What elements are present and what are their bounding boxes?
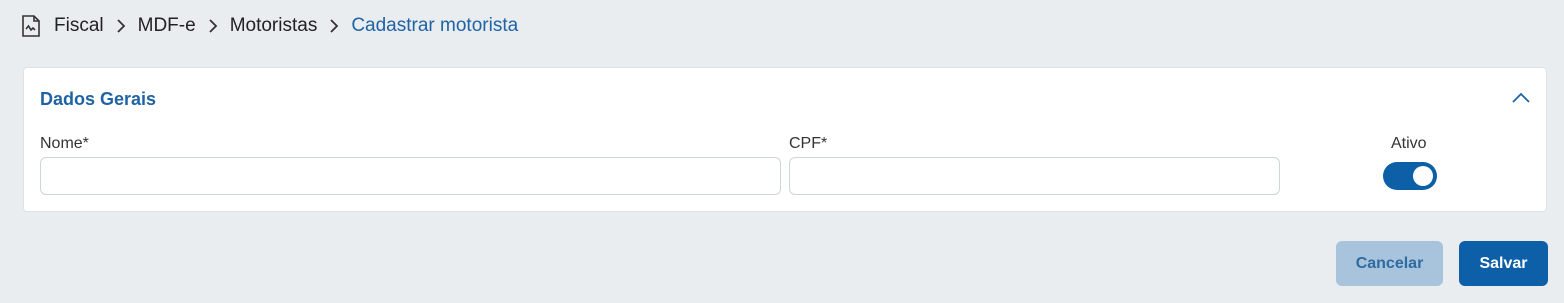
toggle-knob: [1413, 166, 1433, 186]
dados-gerais-card: Dados Gerais Nome* CPF* Ativo: [23, 67, 1547, 212]
card-title: Dados Gerais: [40, 89, 157, 109]
fiscal-document-icon: [21, 14, 41, 38]
breadcrumb-item-mdfe[interactable]: MDF-e: [138, 15, 196, 37]
cancel-button[interactable]: Cancelar: [1336, 241, 1443, 286]
save-button[interactable]: Salvar: [1459, 241, 1548, 286]
chevron-right-icon: [323, 19, 345, 33]
breadcrumb: Fiscal MDF-e Motoristas Cadastrar motori…: [21, 12, 518, 40]
breadcrumb-current: Cadastrar motorista: [351, 15, 519, 36]
ativo-label: Ativo: [1391, 135, 1427, 152]
cpf-field[interactable]: [789, 157, 1280, 195]
chevron-right-icon: [110, 19, 132, 33]
breadcrumb-item-motoristas[interactable]: Motoristas: [230, 15, 318, 37]
breadcrumb-item-fiscal[interactable]: Fiscal: [54, 15, 104, 37]
cpf-label: CPF*: [789, 135, 828, 152]
chevron-up-icon[interactable]: [1512, 92, 1530, 106]
ativo-toggle[interactable]: [1383, 162, 1437, 190]
chevron-right-icon: [202, 19, 224, 33]
nome-label: Nome*: [40, 135, 89, 152]
nome-field[interactable]: [40, 157, 781, 195]
